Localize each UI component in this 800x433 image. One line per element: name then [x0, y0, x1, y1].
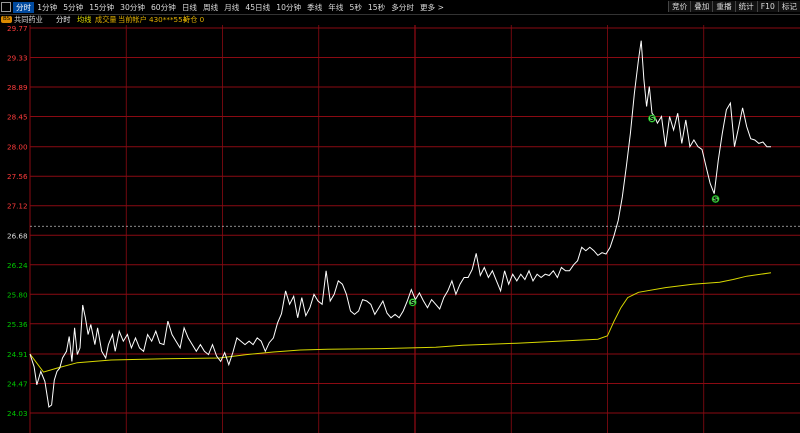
bs-badge-icon[interactable]: BS: [1, 16, 13, 23]
period-toolbar: 分时 1分钟 5分钟 15分钟 30分钟 60分钟 日线 周线 月线 45日线 10分钟 季线 年线 5秒…: [0, 0, 800, 15]
y-tick-label: 29.77: [7, 25, 28, 33]
toolbar-button[interactable]: F10: [756, 1, 778, 12]
y-tick-label: 24.91: [7, 350, 28, 359]
toolbar-button[interactable]: 标记: [777, 1, 800, 12]
signal-label: S: [649, 115, 654, 123]
mode-label: 分时: [56, 15, 71, 24]
y-tick-label: 27.56: [7, 172, 28, 181]
period-tab[interactable]: 5秒: [346, 2, 364, 13]
volume-label: 成交量: [95, 15, 117, 24]
y-tick-label: 24.03: [7, 409, 28, 418]
period-tab[interactable]: 多分时: [388, 2, 417, 13]
toolbar-button[interactable]: 叠加: [690, 1, 713, 12]
position-label: 持仓 0: [183, 15, 205, 24]
period-tab[interactable]: 年线: [325, 2, 346, 13]
average-price-line: [29, 272, 772, 373]
period-tabs: 分时 1分钟 5分钟 15分钟 30分钟 60分钟 日线 周线 月线 45日线 10分钟 季线 年线 5秒…: [13, 2, 447, 13]
period-tab[interactable]: 月线: [221, 2, 242, 13]
period-tab[interactable]: 15秒: [365, 2, 388, 13]
avg-line-label: 均线: [77, 15, 92, 24]
y-tick-label: 28.89: [7, 83, 28, 92]
account-label: 当前帐户 430***554: [118, 15, 188, 24]
period-tab[interactable]: 30分钟: [117, 2, 148, 13]
info-bar: BS 共同药业 分时 均线 成交量 当前帐户 430***554 持仓 0: [0, 14, 800, 25]
period-tab[interactable]: 季线: [304, 2, 325, 13]
y-tick-label: 24.47: [7, 379, 28, 388]
period-tab[interactable]: 日线: [179, 2, 200, 13]
period-tab[interactable]: 10分钟: [273, 2, 304, 13]
y-tick-label: 27.12: [7, 202, 28, 211]
intraday-chart[interactable]: 29.77 29.33 28.89 28.45 28.00 27.56 27.12 26.68…: [0, 25, 800, 433]
y-tick-label: 29.33: [7, 54, 28, 63]
period-tab[interactable]: 分时: [13, 2, 35, 13]
right-toolbar: 竞价 叠加 重播 统计 F10 标记: [668, 1, 800, 12]
stock-name: 共同药业: [14, 15, 43, 24]
toolbar-menu-icon[interactable]: [1, 2, 11, 12]
price-line: [29, 40, 771, 408]
y-tick-label: 28.00: [7, 143, 28, 152]
period-tab[interactable]: 5分钟: [60, 2, 86, 13]
period-tab[interactable]: 1分钟: [34, 2, 60, 13]
period-tab[interactable]: 15分钟: [86, 2, 117, 13]
period-tab[interactable]: 更多 >: [417, 2, 447, 13]
period-tab[interactable]: 60分钟: [148, 2, 179, 13]
period-tab[interactable]: 45日线: [242, 2, 273, 13]
period-tab[interactable]: 周线: [200, 2, 221, 13]
signal-label: S: [410, 299, 415, 307]
toolbar-button[interactable]: 竞价: [668, 1, 691, 12]
y-tick-label: 28.45: [7, 113, 28, 122]
toolbar-button[interactable]: 统计: [734, 1, 757, 12]
y-tick-label: 25.80: [7, 290, 28, 299]
signal-label: S: [713, 196, 718, 204]
y-tick-label: 26.68: [7, 231, 28, 240]
toolbar-button[interactable]: 重播: [712, 1, 735, 12]
y-tick-label: 25.36: [7, 320, 28, 329]
y-tick-label: 26.24: [7, 261, 28, 270]
